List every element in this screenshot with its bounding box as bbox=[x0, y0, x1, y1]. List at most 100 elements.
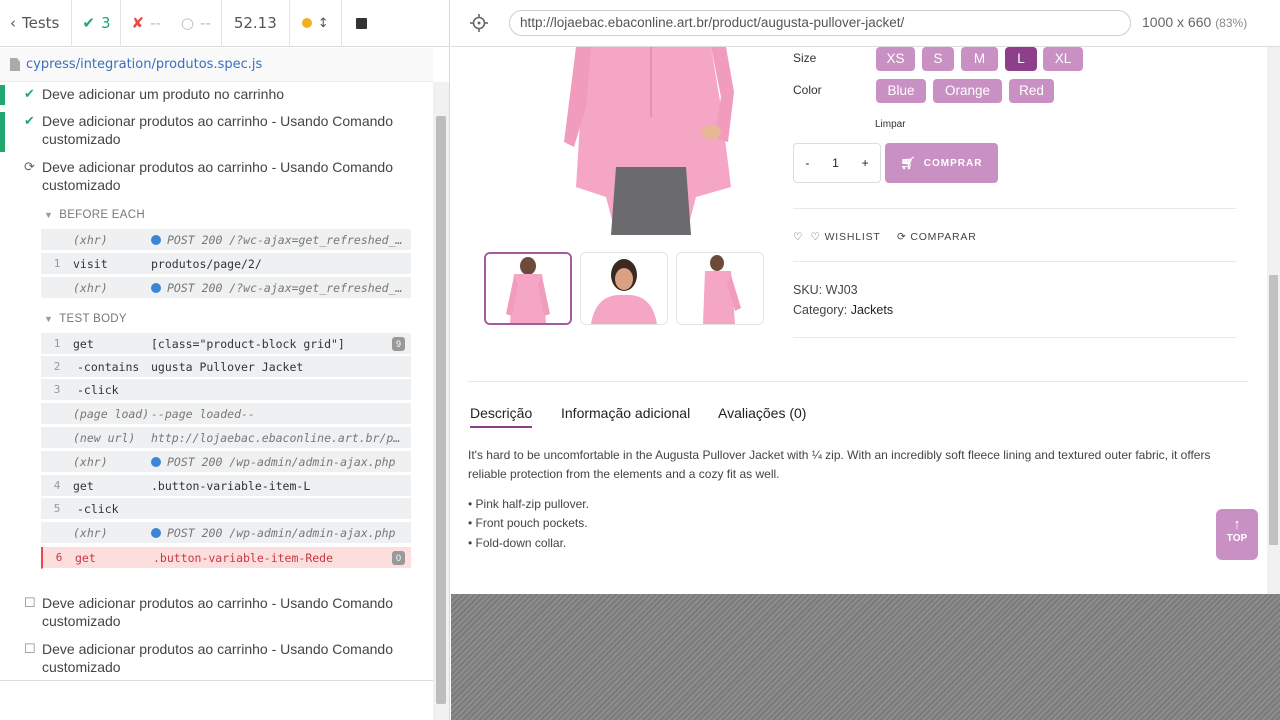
browser-address-bar: http://lojaebac.ebaconline.art.br/produc… bbox=[451, 0, 1280, 47]
file-icon bbox=[10, 58, 20, 71]
command-row[interactable]: (xhr) POST 200 /?wc-ajax=get_refreshed_f… bbox=[41, 229, 411, 251]
check-icon: ✔ bbox=[24, 86, 35, 101]
before-each-header[interactable]: ▼ BEFORE EACH bbox=[44, 209, 145, 221]
test-item[interactable]: ☐ Deve adicionar produtos ao carrinho - … bbox=[0, 640, 433, 680]
duration: 52.13 bbox=[222, 0, 290, 47]
heart-icon: ♡ bbox=[793, 231, 804, 243]
url-field[interactable]: http://lojaebac.ebaconline.art.br/produc… bbox=[509, 10, 1131, 36]
failed-count: ✘ -- bbox=[131, 14, 161, 32]
divider bbox=[793, 208, 1236, 209]
command-row[interactable]: 4 get .button-variable-item-L bbox=[41, 475, 411, 497]
plus-button[interactable]: + bbox=[862, 156, 869, 170]
divider bbox=[468, 381, 1248, 382]
selector-playground-icon[interactable] bbox=[469, 13, 489, 33]
checkbox-icon: ☐ bbox=[24, 595, 36, 610]
runner-header: ‹ Tests ✔ 3 ✘ -- ○ -- 52.13 ↕ bbox=[0, 0, 450, 47]
compare-link[interactable]: ⟳ COMPARAR bbox=[897, 231, 977, 243]
sku: SKU: WJ03 bbox=[793, 283, 858, 297]
command-row[interactable]: (page load) --page loaded-- bbox=[41, 403, 411, 425]
product-thumbnail[interactable] bbox=[580, 252, 668, 325]
divider bbox=[793, 261, 1236, 262]
x-icon: ✘ bbox=[131, 14, 145, 32]
feature-bullet: • Front pouch pockets. bbox=[468, 516, 588, 530]
color-swatches: Blue Orange Red bbox=[876, 79, 1086, 103]
command-row[interactable]: (new url) http://lojaebac.ebaconline.art… bbox=[41, 427, 411, 449]
triangle-down-icon: ▼ bbox=[44, 210, 54, 220]
running-indicator[interactable]: ↕ bbox=[290, 0, 342, 47]
command-row[interactable]: (xhr) POST 200 /?wc-ajax=get_refreshed_f… bbox=[41, 277, 411, 299]
cypress-runner-panel: ‹ Tests ✔ 3 ✘ -- ○ -- 52.13 ↕ cypress/in… bbox=[0, 0, 450, 720]
product-main-image bbox=[536, 47, 766, 235]
tab-descricao[interactable]: Descrição bbox=[470, 405, 533, 428]
command-row[interactable]: 1 visit produtos/page/2/ bbox=[41, 253, 411, 275]
stop-button[interactable] bbox=[342, 0, 381, 47]
test-body-header[interactable]: ▼ TEST BODY bbox=[44, 313, 127, 325]
command-row[interactable]: (xhr) POST 200 /wp-admin/admin-ajax.php bbox=[41, 451, 411, 473]
divider bbox=[793, 337, 1236, 338]
scrollbar-thumb[interactable] bbox=[436, 116, 446, 704]
color-option-orange[interactable]: Orange bbox=[933, 79, 1002, 103]
color-option-red[interactable]: Red bbox=[1009, 79, 1054, 103]
test-item[interactable]: ✔ Deve adicionar produtos ao carrinho - … bbox=[0, 112, 433, 152]
product-thumbnail[interactable] bbox=[484, 252, 572, 325]
command-row[interactable]: 1 get [class="product-block grid"] 9 bbox=[41, 333, 411, 355]
scrollbar-thumb[interactable] bbox=[1269, 275, 1278, 545]
quantity-value[interactable]: 1 bbox=[832, 156, 839, 170]
buy-button[interactable]: 🛒︎ COMPRAR bbox=[885, 143, 998, 183]
viewport-background bbox=[451, 594, 1280, 720]
runner-footer bbox=[0, 680, 433, 720]
quantity-stepper[interactable]: - 1 + bbox=[793, 143, 881, 183]
size-option-xs[interactable]: XS bbox=[876, 47, 915, 71]
test-item[interactable]: ☐ Deve adicionar produtos ao carrinho - … bbox=[0, 594, 433, 634]
size-option-s[interactable]: S bbox=[922, 47, 954, 71]
command-row[interactable]: (xhr) POST 200 /wp-admin/admin-ajax.php bbox=[41, 522, 411, 544]
product-thumbnail[interactable] bbox=[676, 252, 764, 325]
size-option-m[interactable]: M bbox=[961, 47, 998, 71]
page-scrollbar[interactable] bbox=[1267, 47, 1280, 594]
back-to-top-button[interactable]: ↑ TOP bbox=[1216, 509, 1258, 560]
category: Category: Jackets bbox=[793, 303, 894, 317]
minus-button[interactable]: - bbox=[805, 156, 809, 170]
feature-bullet: • Pink half-zip pullover. bbox=[468, 497, 589, 511]
command-row[interactable]: 2 -contains ugusta Pullover Jacket bbox=[41, 356, 411, 378]
tests-back-button[interactable]: ‹ Tests bbox=[0, 0, 73, 47]
color-option-blue[interactable]: Blue bbox=[876, 79, 926, 103]
tab-informacao-adicional[interactable]: Informação adicional bbox=[561, 405, 690, 421]
wishlist-link[interactable]: ♡ ♡ WISHLIST bbox=[793, 231, 881, 243]
refresh-icon: ⟳ bbox=[897, 231, 907, 243]
clear-link[interactable]: Limpar bbox=[875, 119, 906, 130]
command-row-error[interactable]: 6 get .button-variable-item-Rede 0 bbox=[41, 547, 411, 569]
heart-icon: ♡ bbox=[810, 231, 821, 243]
tests-label: Tests bbox=[22, 14, 60, 32]
triangle-down-icon: ▼ bbox=[44, 314, 54, 324]
passed-count: ✔ 3 bbox=[72, 0, 122, 47]
command-row[interactable]: 5 -click bbox=[41, 498, 411, 520]
pending-count: ○ -- bbox=[171, 0, 222, 47]
spec-file-link[interactable]: cypress/integration/produtos.spec.js bbox=[0, 48, 433, 82]
test-item-running[interactable]: ⟳ Deve adicionar produtos ao carrinho - … bbox=[0, 158, 433, 198]
viewport-info: 1000 x 660 (83%) bbox=[1142, 14, 1248, 30]
arrow-up-icon: ↑ bbox=[1233, 516, 1241, 533]
count-badge: 9 bbox=[392, 337, 405, 351]
xhr-dot-icon bbox=[151, 282, 161, 293]
cart-icon: 🛒︎ bbox=[900, 156, 917, 170]
product-description: It's hard to be uncomfortable in the Aug… bbox=[468, 448, 1211, 481]
color-label: Color bbox=[793, 83, 822, 97]
size-option-xl[interactable]: XL bbox=[1043, 47, 1083, 71]
command-row[interactable]: 3 -click bbox=[41, 379, 411, 401]
circle-icon: ○ bbox=[180, 14, 194, 32]
test-item[interactable]: ✔ Deve adicionar um produto no carrinho bbox=[0, 85, 433, 105]
updown-arrow-icon: ↕ bbox=[317, 15, 329, 31]
xhr-dot-icon bbox=[151, 234, 161, 245]
stop-icon bbox=[355, 17, 367, 29]
category-link[interactable]: Jackets bbox=[851, 303, 893, 317]
size-option-l[interactable]: L bbox=[1005, 47, 1037, 71]
command-log: ✔ Deve adicionar um produto no carrinho … bbox=[0, 82, 433, 680]
tab-avaliacoes[interactable]: Avaliações (0) bbox=[718, 405, 806, 421]
product-photo bbox=[536, 47, 766, 235]
command-log-scrollbar[interactable] bbox=[433, 82, 449, 720]
status-dot-icon bbox=[301, 18, 312, 28]
xhr-dot-icon bbox=[151, 456, 161, 467]
app-under-test-frame: Size XS S M L XL Color Blue Orange Red L… bbox=[451, 47, 1280, 594]
count-badge: 0 bbox=[392, 551, 405, 565]
